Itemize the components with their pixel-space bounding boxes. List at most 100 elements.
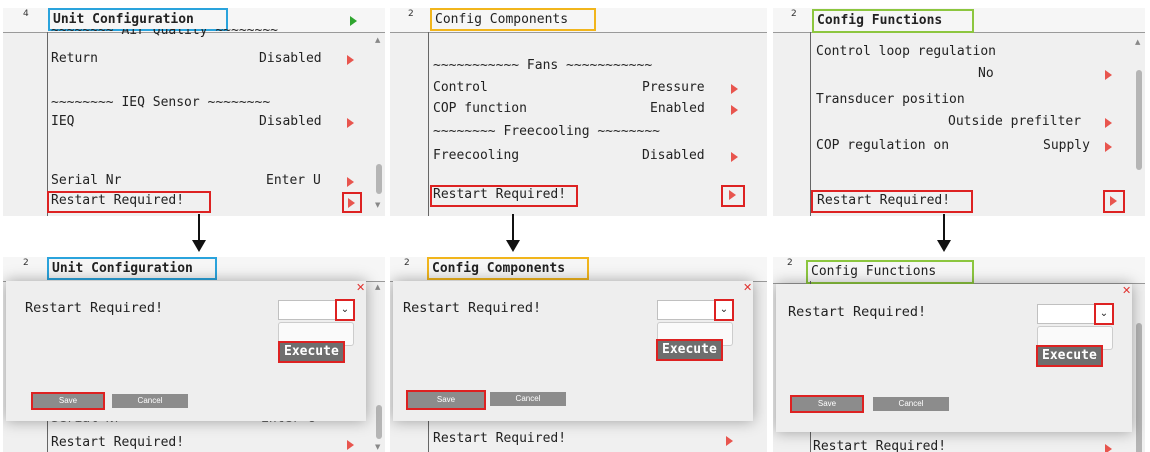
restart-dialog: ✕ Restart Required! ⌄ Execute Save Cance… bbox=[393, 281, 753, 421]
page-number: 2 bbox=[23, 258, 29, 268]
scrollbar[interactable]: ▲ bbox=[1133, 36, 1145, 214]
section-header: ~~~~~~~~ Air Quality ~~~~~~~~ bbox=[51, 29, 278, 37]
config-functions-panel: 2 Config Functions Control loop regulati… bbox=[773, 8, 1145, 216]
row-value: Supply bbox=[1043, 138, 1090, 153]
restart-required-label[interactable]: Restart Required! bbox=[433, 187, 566, 202]
execute-option[interactable]: Execute bbox=[278, 341, 345, 363]
scroll-up-icon[interactable]: ▲ bbox=[375, 36, 380, 44]
cancel-button[interactable]: Cancel bbox=[112, 394, 188, 408]
row-label: Control bbox=[433, 80, 488, 95]
row-label: COP regulation on bbox=[816, 138, 950, 153]
arrow-icon[interactable] bbox=[347, 177, 354, 187]
scroll-thumb[interactable] bbox=[1136, 70, 1142, 170]
row-label: Return bbox=[51, 51, 98, 66]
panel-title: Config Components bbox=[427, 257, 589, 280]
close-icon[interactable]: ✕ bbox=[1122, 284, 1131, 297]
row-label: Transducer position bbox=[816, 92, 965, 107]
page-number: 2 bbox=[787, 258, 793, 268]
scroll-up-icon[interactable]: ▲ bbox=[1135, 38, 1140, 46]
restart-required-label[interactable]: Restart Required! bbox=[813, 439, 946, 452]
scroll-up-icon[interactable]: ▲ bbox=[375, 283, 380, 291]
arrow-icon[interactable] bbox=[348, 198, 355, 208]
arrow-icon[interactable] bbox=[347, 55, 354, 65]
panel-title: Unit Configuration bbox=[48, 8, 228, 31]
row-value: Outside prefilter bbox=[948, 114, 1082, 129]
arrow-icon[interactable] bbox=[347, 440, 354, 450]
restart-select[interactable]: ⌄ bbox=[1037, 303, 1114, 325]
row-label: COP function bbox=[433, 101, 527, 116]
cancel-button[interactable]: Cancel bbox=[490, 392, 566, 406]
arrow-icon[interactable] bbox=[347, 118, 354, 128]
scrollbar[interactable] bbox=[1133, 283, 1145, 452]
arrow-icon[interactable] bbox=[1110, 196, 1117, 206]
unit-configuration-dialog-panel: 2 Unit Configuration Serial Nr Enter U R… bbox=[3, 257, 385, 452]
row-value: Pressure bbox=[642, 80, 705, 95]
row-label: IEQ bbox=[51, 114, 75, 129]
arrow-icon[interactable] bbox=[726, 436, 733, 446]
arrow-icon[interactable] bbox=[1105, 118, 1112, 128]
unit-configuration-panel: 4 Unit Configuration ~~~~~~~~ Air Qualit… bbox=[3, 8, 385, 216]
restart-required-label[interactable]: Restart Required! bbox=[817, 193, 950, 208]
page-number: 4 bbox=[23, 9, 29, 19]
row-value: Disabled bbox=[259, 51, 322, 66]
panel-title: Unit Configuration bbox=[47, 257, 217, 280]
divider bbox=[428, 32, 429, 216]
panel-title: Config Components bbox=[430, 8, 596, 31]
divider bbox=[810, 32, 811, 216]
scroll-thumb[interactable] bbox=[1136, 323, 1142, 452]
save-button[interactable]: Save bbox=[790, 395, 864, 413]
restart-select[interactable]: ⌄ bbox=[657, 299, 734, 321]
page-number: 2 bbox=[791, 9, 797, 19]
section-header: ~~~~~~~~ Freecooling ~~~~~~~~ bbox=[433, 124, 660, 139]
row-label: Freecooling bbox=[433, 148, 520, 163]
close-icon[interactable]: ✕ bbox=[743, 281, 752, 294]
flow-arrow bbox=[937, 214, 951, 252]
row-value: Disabled bbox=[642, 148, 705, 163]
close-icon[interactable]: ✕ bbox=[356, 281, 365, 294]
save-button[interactable]: Save bbox=[406, 390, 486, 410]
row-value: No bbox=[978, 66, 994, 81]
arrow-icon[interactable] bbox=[1105, 444, 1112, 452]
scrollbar[interactable]: ▲ ▼ bbox=[373, 283, 385, 452]
dialog-label: Restart Required! bbox=[788, 304, 927, 320]
config-components-dialog-panel: 2 Config Components Restart Required! ✕ … bbox=[390, 257, 767, 452]
dialog-label: Restart Required! bbox=[25, 300, 164, 316]
arrow-icon[interactable] bbox=[731, 105, 738, 115]
page-number: 2 bbox=[408, 9, 414, 19]
arrow-icon[interactable] bbox=[1105, 70, 1112, 80]
execute-option[interactable]: Execute bbox=[1036, 345, 1103, 367]
restart-dialog: ✕ Restart Required! ⌄ Execute Save Cance… bbox=[6, 281, 366, 421]
section-header: ~~~~~~~~ IEQ Sensor ~~~~~~~~ bbox=[51, 95, 271, 110]
restart-required-label[interactable]: Restart Required! bbox=[51, 193, 184, 208]
cancel-button[interactable]: Cancel bbox=[873, 397, 949, 411]
flow-arrow bbox=[506, 214, 520, 252]
divider bbox=[47, 32, 48, 216]
scrollbar[interactable]: ▲ ▼ bbox=[373, 36, 385, 214]
scroll-thumb[interactable] bbox=[376, 164, 382, 194]
scroll-down-icon[interactable]: ▼ bbox=[375, 201, 380, 209]
panel-title: Config Functions bbox=[812, 9, 974, 33]
chevron-down-icon[interactable]: ⌄ bbox=[335, 299, 355, 321]
flow-arrow bbox=[192, 214, 206, 252]
chevron-down-icon[interactable]: ⌄ bbox=[1094, 303, 1114, 325]
play-icon[interactable] bbox=[350, 16, 357, 26]
arrow-icon[interactable] bbox=[731, 152, 738, 162]
arrow-icon[interactable] bbox=[731, 84, 738, 94]
scroll-thumb[interactable] bbox=[376, 405, 382, 439]
execute-option[interactable]: Execute bbox=[656, 339, 723, 361]
row-value: Enter U bbox=[266, 173, 321, 188]
arrow-icon[interactable] bbox=[729, 190, 736, 200]
arrow-icon[interactable] bbox=[1105, 142, 1112, 152]
row-value: Disabled bbox=[259, 114, 322, 129]
restart-required-label[interactable]: Restart Required! bbox=[51, 435, 184, 450]
page-number: 2 bbox=[404, 258, 410, 268]
save-button[interactable]: Save bbox=[31, 392, 105, 410]
dialog-label: Restart Required! bbox=[403, 300, 542, 316]
chevron-down-icon[interactable]: ⌄ bbox=[714, 299, 734, 321]
row-label: Serial Nr bbox=[51, 173, 122, 188]
row-value: Enabled bbox=[650, 101, 705, 116]
config-functions-dialog-panel: 2 Config Functions Restart Required! ✕ R… bbox=[773, 257, 1145, 452]
scroll-down-icon[interactable]: ▼ bbox=[375, 443, 380, 451]
restart-select[interactable]: ⌄ bbox=[278, 299, 355, 321]
restart-required-label[interactable]: Restart Required! bbox=[433, 431, 566, 446]
